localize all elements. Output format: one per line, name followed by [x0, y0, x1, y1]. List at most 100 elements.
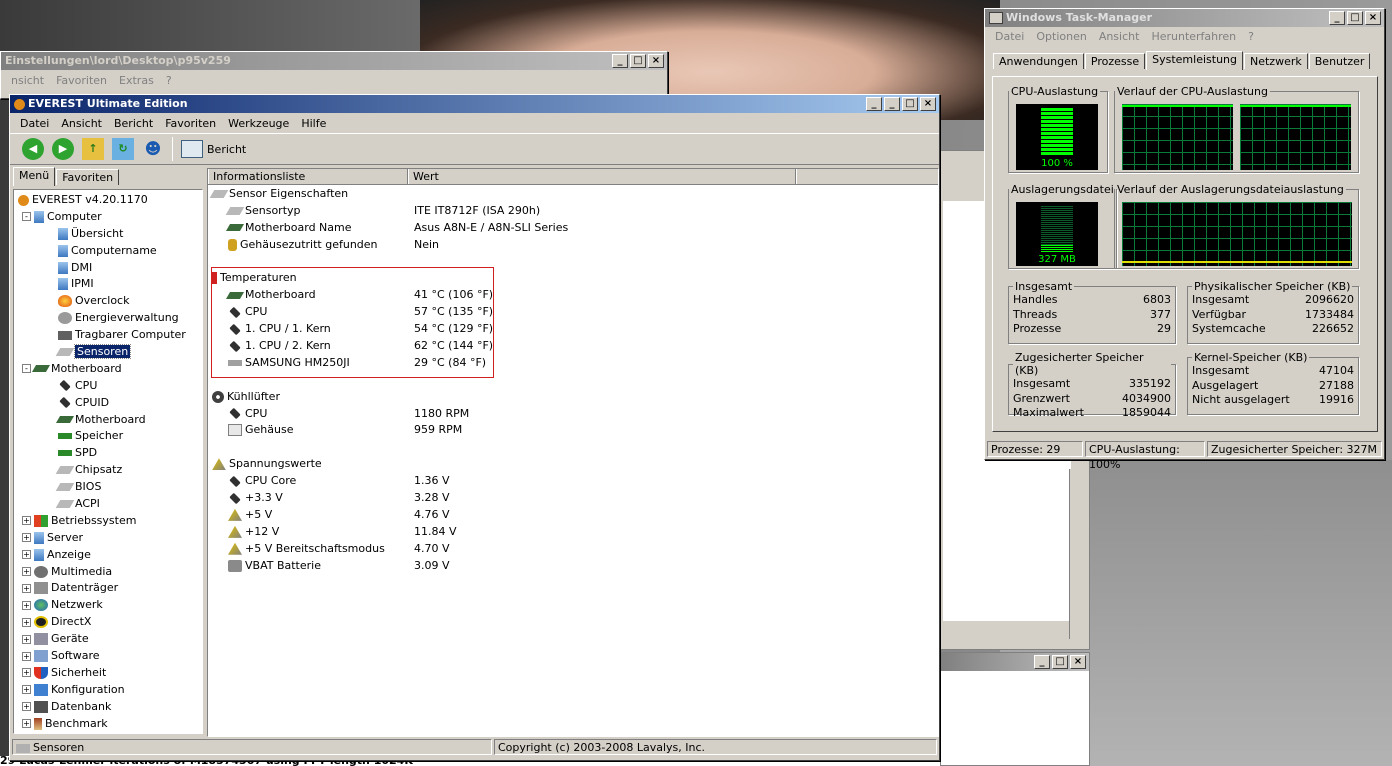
tree-item[interactable]: Chipsatz — [14, 462, 202, 479]
tree-item[interactable]: + Geräte — [14, 631, 202, 648]
maximize-button[interactable]: □ — [1347, 11, 1363, 25]
list-group-header[interactable]: Sensor Eigenschaften — [208, 186, 938, 203]
tree-item[interactable]: + Anzeige — [14, 547, 202, 564]
report-button[interactable]: Bericht — [181, 140, 246, 158]
list-row[interactable]: Motherboard Name Asus A8N-E / A8N-SLI Ser… — [208, 220, 938, 237]
menu-werkzeuge[interactable]: Werkzeuge — [222, 117, 295, 130]
expand-icon[interactable]: + — [22, 516, 31, 526]
expand-icon[interactable]: + — [22, 617, 31, 627]
taskmanager-titlebar[interactable]: Windows Task-Manager _ □ × — [985, 9, 1384, 27]
tree-item[interactable]: + Betriebssystem — [14, 513, 202, 530]
menu-herunterfahren[interactable]: Herunterfahren — [1145, 30, 1242, 43]
collapse-icon[interactable]: - — [22, 364, 31, 374]
refresh-icon[interactable]: ↻ — [112, 138, 134, 160]
tree-item[interactable]: SPD — [14, 445, 202, 462]
tab-systemleistung[interactable]: Systemleistung — [1146, 51, 1243, 70]
menu-optionen[interactable]: Optionen — [1030, 30, 1092, 43]
forward-icon[interactable]: ▶ — [52, 138, 74, 160]
tree-item[interactable]: Overclock — [14, 293, 202, 310]
tab-menu[interactable]: Menü — [13, 167, 56, 186]
tree-item[interactable]: Computername — [14, 243, 202, 260]
tree-item[interactable]: Übersicht — [14, 226, 202, 243]
maximize-button[interactable]: □ — [902, 97, 918, 111]
tree-item[interactable]: Motherboard — [14, 412, 202, 429]
minimize-button[interactable]: _ — [1329, 11, 1345, 25]
tree-item[interactable]: + DirectX — [14, 614, 202, 631]
list-row[interactable]: CPU Core 1.36 V — [208, 473, 938, 490]
maximize-button[interactable]: □ — [1052, 655, 1068, 669]
tab-favoriten[interactable]: Favoriten — [56, 169, 120, 185]
expand-icon[interactable]: + — [22, 668, 31, 678]
list-row[interactable]: +5 V 4.76 V — [208, 507, 938, 524]
collapse-icon[interactable]: - — [22, 212, 31, 222]
close-button[interactable]: × — [1070, 655, 1086, 669]
expand-icon[interactable]: + — [22, 651, 31, 661]
everest-titlebar[interactable]: EVEREST Ultimate Edition _ _ □ × — [10, 95, 939, 113]
minimize-button[interactable]: _ — [1034, 655, 1050, 669]
menu-ansicht[interactable]: Ansicht — [55, 117, 108, 130]
list-row[interactable]: +3.3 V 3.28 V — [208, 490, 938, 507]
column-informationsliste[interactable]: Informationsliste — [208, 169, 408, 184]
tab-anwendungen[interactable]: Anwendungen — [993, 53, 1084, 69]
restore-button[interactable]: _ — [884, 97, 900, 111]
scrollbar[interactable] — [1069, 469, 1085, 639]
menu-datei[interactable]: Datei — [14, 117, 55, 130]
tree-item[interactable]: + Software — [14, 648, 202, 665]
expand-icon[interactable]: + — [22, 533, 31, 543]
list-row[interactable]: Sensortyp ITE IT8712F (ISA 290h) — [208, 203, 938, 220]
column-wert[interactable]: Wert — [408, 169, 796, 184]
tree-item[interactable]: + Konfiguration — [14, 682, 202, 699]
menu-favoriten[interactable]: Favoriten — [50, 74, 113, 87]
menu-ansicht[interactable]: nsicht — [5, 74, 50, 87]
close-button[interactable]: × — [648, 54, 664, 68]
list-row[interactable]: CPU 1180 RPM — [208, 406, 938, 423]
close-button[interactable]: × — [1365, 11, 1381, 25]
maximize-button[interactable]: □ — [630, 54, 646, 68]
tree-item[interactable]: + Netzwerk — [14, 597, 202, 614]
tree-item[interactable]: DMI — [14, 260, 202, 277]
minimize-button[interactable]: _ — [866, 97, 882, 111]
tab-benutzer[interactable]: Benutzer — [1308, 53, 1371, 69]
list-row[interactable]: Gehäuse 959 RPM — [208, 422, 938, 439]
tree-item[interactable]: Energieverwaltung — [14, 310, 202, 327]
background-titlebar[interactable]: _ □ × — [941, 653, 1089, 671]
close-button[interactable]: × — [920, 97, 936, 111]
tree-item[interactable]: Speicher — [14, 428, 202, 445]
menu-help[interactable]: ? — [1242, 30, 1260, 43]
list-group-header[interactable]: Spannungswerte — [208, 456, 938, 473]
tree-item[interactable]: + Server — [14, 530, 202, 547]
tree-item[interactable]: Tragbarer Computer — [14, 327, 202, 344]
tree-item[interactable]: BIOS — [14, 479, 202, 496]
menu-help[interactable]: ? — [160, 74, 178, 87]
expand-icon[interactable]: + — [22, 685, 31, 695]
tree-item[interactable]: CPUID — [14, 395, 202, 412]
menu-hilfe[interactable]: Hilfe — [295, 117, 332, 130]
expand-icon[interactable]: + — [22, 550, 31, 560]
tree-item[interactable]: + Benchmark — [14, 716, 202, 733]
list-row[interactable]: Gehäusezutritt gefunden Nein — [208, 237, 938, 254]
tree-item[interactable]: + Datenträger — [14, 580, 202, 597]
menu-bericht[interactable]: Bericht — [108, 117, 159, 130]
expand-icon[interactable]: + — [22, 600, 31, 610]
tree-item[interactable]: + Sicherheit — [14, 665, 202, 682]
minimize-button[interactable]: _ — [612, 54, 628, 68]
expand-icon[interactable]: + — [22, 567, 31, 577]
list-group-header[interactable]: Kühllüfter — [208, 389, 938, 406]
expand-icon[interactable]: + — [22, 583, 31, 593]
menu-favoriten[interactable]: Favoriten — [159, 117, 222, 130]
menu-datei[interactable]: Datei — [989, 30, 1030, 43]
list-row[interactable]: VBAT Batterie 3.09 V — [208, 558, 938, 575]
tree-item[interactable]: IPMI — [14, 276, 202, 293]
menu-extras[interactable]: Extras — [113, 74, 160, 87]
expand-icon[interactable]: + — [22, 634, 31, 644]
list-row[interactable]: +5 V Bereitschaftsmodus 4.70 V — [208, 541, 938, 558]
tree-item[interactable]: CPU — [14, 378, 202, 395]
up-folder-icon[interactable]: ↑ — [82, 138, 104, 160]
tree-item[interactable]: ACPI — [14, 496, 202, 513]
tree-item[interactable]: - Computer — [14, 209, 202, 226]
expand-icon[interactable]: + — [22, 719, 31, 729]
tree-item[interactable]: Sensoren — [14, 344, 202, 361]
expand-icon[interactable]: + — [22, 702, 31, 712]
menu-ansicht[interactable]: Ansicht — [1093, 30, 1146, 43]
explorer-titlebar[interactable]: Einstellungen\lord\Desktop\p95v259 _ □ × — [1, 52, 667, 70]
